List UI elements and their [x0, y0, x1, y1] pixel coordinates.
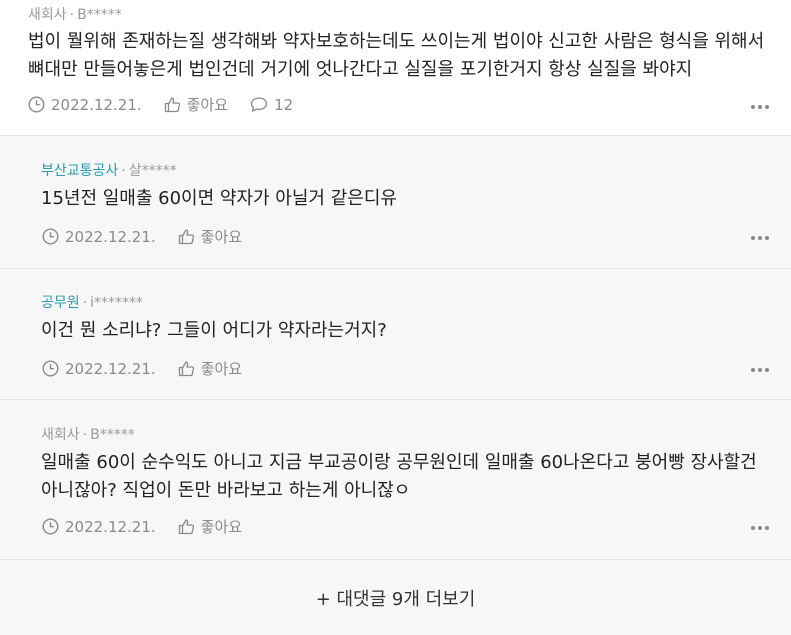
like-label: 좋아요	[186, 96, 229, 114]
comment-text: 법이 뭘위해 존재하는질 생각해봐 약자보호하는데도 쓰이는게 법이야 신고한 …	[28, 31, 765, 80]
reply-count: 12	[274, 95, 294, 114]
reply: 공무원 · i******* 이건 뭔 소리냐? 그들이 어디가 약자라는거지? 2…	[0, 269, 791, 400]
date-text: 2022.12.21.	[65, 227, 156, 246]
reply-footer: 2022.12.21. 좋아요	[42, 358, 264, 379]
clock-icon	[42, 360, 59, 377]
like-button[interactable]: 좋아요	[164, 94, 228, 115]
reply-date: 2022.12.21.	[42, 360, 156, 378]
reply-date: 2022.12.21.	[42, 228, 156, 246]
reply-text: 일매출 60이 순수익도 아니고 지금 부교공이랑 공무원인데 일매출 60나온…	[41, 452, 757, 501]
author-username: B*****	[90, 427, 135, 443]
meta-separator: ·	[69, 7, 75, 23]
reply-author-line: 공무원 · i*******	[41, 292, 143, 312]
author-username: 살*****	[128, 163, 177, 179]
reply-footer: 2022.12.21. 좋아요	[42, 226, 264, 247]
author-affiliation[interactable]: 새회사	[41, 427, 80, 443]
reply: 새회사 · B***** 일매출 60이 순수익도 아니고 지금 부교공이랑 공무원…	[0, 400, 791, 560]
comment-author-line: 새회사 · B*****	[28, 4, 122, 24]
clock-icon	[28, 96, 45, 113]
meta-separator: ·	[82, 427, 88, 443]
comment-date: 2022.12.21.	[28, 96, 142, 114]
author-username: B*****	[77, 7, 122, 23]
reply-author-line: 부산교통공사 · 살*****	[41, 160, 177, 180]
date-text: 2022.12.21.	[51, 95, 142, 114]
like-label: 좋아요	[200, 360, 243, 378]
thumbs-up-icon	[178, 519, 194, 535]
comment: 새회사 · B***** 법이 뭘위해 존재하는질 생각해봐 약자보호하는데도 쓰이…	[0, 0, 791, 136]
meta-separator: ·	[121, 163, 126, 179]
like-button[interactable]: 좋아요	[178, 516, 242, 537]
date-text: 2022.12.21.	[65, 517, 156, 536]
more-dots-icon[interactable]	[751, 365, 769, 375]
reply-text: 15년전 일매출 60이면 약자가 아닐거 같은디유	[41, 188, 397, 209]
reply-author-line: 새회사 · B*****	[41, 424, 135, 444]
reply: 부산교통공사 · 살***** 15년전 일매출 60이면 약자가 아닐거 같은디유…	[0, 136, 791, 269]
comment-thread: 새회사 · B***** 법이 뭘위해 존재하는질 생각해봐 약자보호하는데도 쓰이…	[0, 0, 791, 635]
speech-bubble-icon	[250, 97, 268, 112]
clock-icon	[42, 228, 59, 245]
more-dots-icon[interactable]	[751, 102, 769, 112]
reply-date: 2022.12.21.	[42, 518, 156, 536]
reply-count-button[interactable]: 12	[250, 96, 293, 114]
author-affiliation[interactable]: 새회사	[28, 7, 67, 23]
load-more-replies-button[interactable]: + 대댓글 9개 더보기	[0, 560, 791, 635]
date-text: 2022.12.21.	[65, 359, 156, 378]
like-label: 좋아요	[200, 518, 243, 536]
more-dots-icon[interactable]	[751, 233, 769, 243]
like-button[interactable]: 좋아요	[178, 358, 242, 379]
like-button[interactable]: 좋아요	[178, 226, 242, 247]
reply-text: 이건 뭔 소리냐? 그들이 어디가 약자라는거지?	[41, 320, 387, 341]
thumbs-up-icon	[164, 97, 180, 113]
author-username: i*******	[90, 295, 143, 311]
comment-footer: 2022.12.21. 좋아요 12	[28, 94, 315, 115]
thumbs-up-icon	[178, 361, 194, 377]
thumbs-up-icon	[178, 229, 194, 245]
meta-separator: ·	[82, 295, 88, 311]
author-affiliation[interactable]: 공무원	[41, 295, 80, 311]
more-dots-icon[interactable]	[751, 523, 769, 533]
author-affiliation[interactable]: 부산교통공사	[41, 163, 118, 179]
reply-footer: 2022.12.21. 좋아요	[42, 516, 264, 537]
like-label: 좋아요	[200, 228, 243, 246]
clock-icon	[42, 518, 59, 535]
